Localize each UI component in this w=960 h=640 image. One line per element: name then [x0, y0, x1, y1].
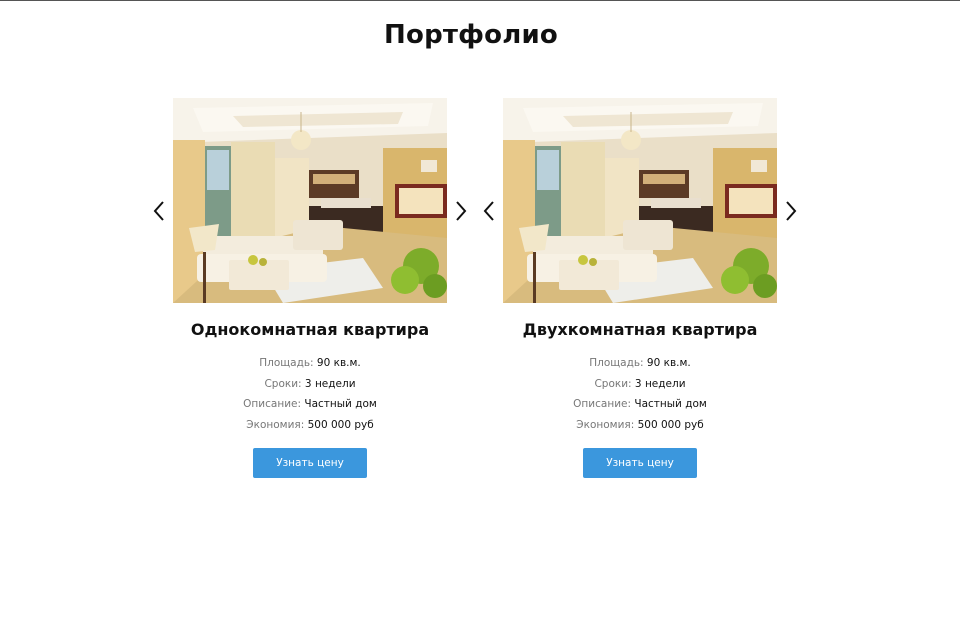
detail-value: 3 недели: [304, 377, 356, 390]
detail-description: Описание: Частный дом: [150, 394, 470, 415]
card-details: Площадь: 90 кв.м. Сроки: 3 недели Описан…: [150, 353, 470, 435]
detail-label: Описание:: [573, 398, 632, 410]
detail-savings: Экономия: 500 000 руб: [480, 415, 800, 436]
card-details: Площадь: 90 кв.м. Сроки: 3 недели Описан…: [480, 353, 800, 435]
image-slider: [150, 98, 470, 303]
chevron-left-icon[interactable]: [478, 198, 500, 224]
portfolio-photo: [173, 98, 447, 303]
chevron-left-icon[interactable]: [148, 198, 170, 224]
portfolio-photo: [503, 98, 777, 303]
detail-label: Площадь:: [259, 357, 314, 369]
detail-area: Площадь: 90 кв.м.: [150, 353, 470, 374]
detail-value: 500 000 руб: [637, 418, 704, 431]
detail-value: 500 000 руб: [307, 418, 374, 431]
detail-value: 3 недели: [634, 377, 686, 390]
portfolio-card: Однокомнатная квартира Площадь: 90 кв.м.…: [150, 98, 470, 488]
card-title: Двухкомнатная квартира: [522, 320, 758, 339]
get-price-button[interactable]: Узнать цену: [253, 448, 367, 478]
detail-area: Площадь: 90 кв.м.: [480, 353, 800, 374]
detail-label: Площадь:: [589, 357, 644, 369]
card-title: Однокомнатная квартира: [190, 320, 430, 339]
get-price-button[interactable]: Узнать цену: [583, 448, 697, 478]
detail-description: Описание: Частный дом: [480, 394, 800, 415]
detail-savings: Экономия: 500 000 руб: [150, 415, 470, 436]
detail-value: 90 кв.м.: [646, 357, 691, 369]
detail-label: Экономия:: [576, 418, 635, 431]
detail-duration: Сроки: 3 недели: [480, 374, 800, 395]
detail-label: Сроки:: [594, 377, 632, 390]
detail-label: Экономия:: [246, 418, 305, 431]
portfolio-card: Двухкомнатная квартира Площадь: 90 кв.м.…: [480, 98, 800, 488]
page-title: Портфолио: [384, 20, 558, 50]
detail-value: 90 кв.м.: [316, 357, 361, 369]
detail-value: Частный дом: [304, 398, 377, 410]
chevron-right-icon[interactable]: [780, 198, 802, 224]
detail-label: Сроки:: [264, 377, 302, 390]
image-slider: [480, 98, 800, 303]
detail-value: Частный дом: [634, 398, 707, 410]
chevron-right-icon[interactable]: [450, 198, 472, 224]
detail-label: Описание:: [243, 398, 302, 410]
top-divider: [0, 0, 960, 1]
detail-duration: Сроки: 3 недели: [150, 374, 470, 395]
